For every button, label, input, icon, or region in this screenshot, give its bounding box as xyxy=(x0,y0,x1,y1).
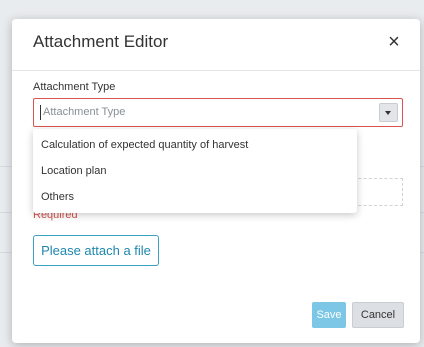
attachment-type-select[interactable]: Attachment Type xyxy=(33,98,403,127)
text-cursor xyxy=(40,105,41,120)
attachment-type-placeholder: Attachment Type xyxy=(43,106,126,118)
attachment-type-label: Attachment Type xyxy=(33,81,116,93)
save-button[interactable]: Save xyxy=(312,302,346,328)
cancel-button[interactable]: Cancel xyxy=(352,302,404,328)
dropdown-option[interactable]: Location plan xyxy=(33,158,357,184)
dialog-header: Attachment Editor × xyxy=(12,19,420,71)
attach-file-button[interactable]: Please attach a file xyxy=(33,235,159,266)
dropdown-option[interactable]: Others xyxy=(33,184,357,210)
chevron-down-icon[interactable] xyxy=(379,103,398,122)
close-icon[interactable]: × xyxy=(384,31,404,53)
dialog-title: Attachment Editor xyxy=(33,32,169,51)
dropdown-option[interactable]: Calculation of expected quantity of harv… xyxy=(33,132,357,158)
attachment-editor-dialog: Attachment Editor × Attachment Type Atta… xyxy=(12,19,420,343)
attachment-type-dropdown: Calculation of expected quantity of harv… xyxy=(33,129,357,213)
